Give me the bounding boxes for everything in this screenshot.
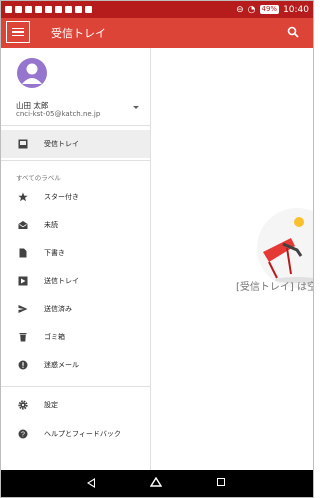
notification-icons	[5, 6, 92, 13]
drawer-item-inbox[interactable]: 受信トレイ	[1, 130, 150, 158]
drawer-item-label: 受信トレイ	[44, 140, 79, 148]
divider	[1, 125, 150, 126]
mail-small-icon	[75, 6, 82, 13]
star-icon	[18, 192, 28, 202]
app-bar: 受信トレイ	[1, 18, 313, 48]
drawer-item-outbox[interactable]: 送信トレイ	[1, 267, 150, 295]
file-icon	[45, 6, 52, 13]
account-dropdown-icon[interactable]	[133, 106, 139, 109]
mail-icon	[35, 6, 42, 13]
unread-envelope-icon	[18, 220, 28, 230]
notification-icon	[15, 6, 22, 13]
drawer-item-label: 迷惑メール	[44, 361, 79, 369]
app-frame: ⊖ ◔ 49% 10:40 受信トレイ 山田 太郎 cnci-kst-05@ka…	[0, 0, 314, 498]
recent-apps-icon[interactable]	[217, 478, 225, 486]
home-icon[interactable]	[150, 477, 162, 487]
drawer-item-label: 下書き	[44, 249, 65, 257]
status-bar: ⊖ ◔ 49% 10:40	[1, 1, 313, 18]
sim-icon	[5, 6, 12, 13]
divider	[1, 386, 150, 387]
dnd-icon: ⊖	[236, 4, 244, 15]
drawer-item-settings[interactable]: 設定	[1, 391, 150, 419]
section-label: すべてのラベル	[16, 174, 61, 182]
outbox-icon	[18, 276, 28, 286]
avatar[interactable]	[17, 58, 47, 88]
battery-indicator: 49%	[259, 5, 280, 14]
wifi-icon: ◔	[247, 4, 256, 15]
menu-button[interactable]	[6, 21, 30, 43]
drawer-item-unread[interactable]: 未読	[1, 211, 150, 239]
page-title: 受信トレイ	[51, 27, 106, 40]
account-email: cnci-kst-05@katch.ne.jp	[16, 110, 101, 118]
trash-icon	[18, 332, 28, 342]
empty-inbox-message: [受信トレイ] は空	[236, 282, 314, 293]
divider	[1, 160, 150, 161]
system-icons: ⊖ ◔ 49% 10:40	[236, 5, 309, 15]
hamburger-icon	[12, 27, 24, 30]
image-icon	[25, 6, 32, 13]
drawer-item-label: 送信済み	[44, 305, 72, 313]
drawer-item-label: 未読	[44, 221, 58, 229]
drawer-item-label: 送信トレイ	[44, 277, 79, 285]
drawer-item-help[interactable]: ? ヘルプとフィードバック	[1, 420, 150, 448]
hamburger-line	[12, 34, 24, 37]
drawer-item-label: ヘルプとフィードバック	[44, 430, 121, 438]
drawer-item-drafts[interactable]: 下書き	[1, 239, 150, 267]
person-icon	[22, 63, 42, 84]
play-icon	[85, 6, 92, 13]
gear-icon	[18, 400, 28, 410]
draft-document-icon	[18, 248, 28, 258]
beach-chair-icon	[257, 208, 313, 288]
back-icon[interactable]	[87, 478, 95, 488]
drawer-item-starred[interactable]: スター付き	[1, 183, 150, 211]
empty-inbox-illustration	[257, 208, 313, 288]
hamburger-line	[12, 31, 24, 33]
send-icon	[18, 304, 28, 314]
inbox-icon	[18, 139, 28, 149]
drawer-item-label: スター付き	[44, 193, 79, 201]
help-icon: ?	[18, 429, 28, 439]
drawer-item-trash[interactable]: ゴミ箱	[1, 323, 150, 351]
drawer-item-label: 設定	[44, 401, 58, 409]
message-list-area: [受信トレイ] は空	[151, 48, 313, 470]
drawer-item-label: ゴミ箱	[44, 333, 65, 341]
clock: 10:40	[283, 4, 309, 15]
video-icon	[65, 6, 72, 13]
folder-icon	[55, 6, 62, 13]
search-icon[interactable]	[287, 26, 299, 38]
drawer-item-spam[interactable]: 迷惑メール	[1, 351, 150, 379]
svg-text:?: ?	[21, 432, 25, 439]
spam-icon	[18, 360, 28, 370]
navigation-drawer: 山田 太郎 cnci-kst-05@katch.ne.jp 受信トレイ すべての…	[1, 48, 151, 470]
drawer-item-sent[interactable]: 送信済み	[1, 295, 150, 323]
system-navigation-bar	[1, 470, 313, 497]
